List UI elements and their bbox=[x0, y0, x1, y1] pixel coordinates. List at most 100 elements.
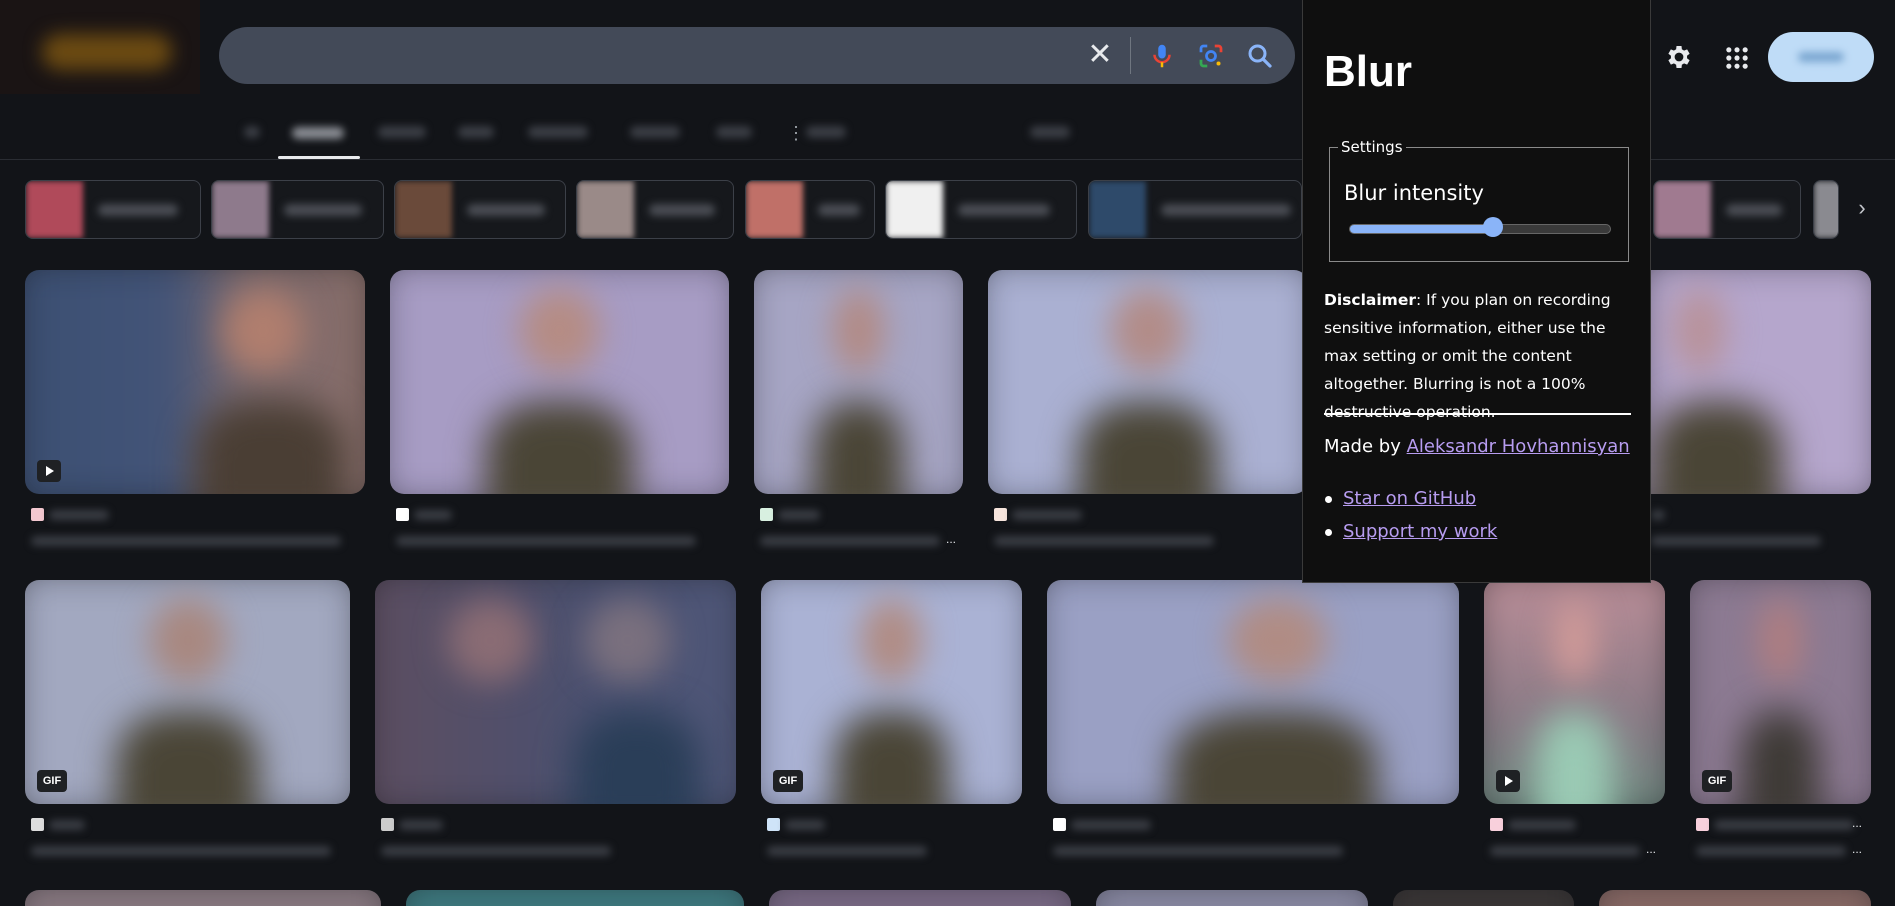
tab-item[interactable] bbox=[1030, 126, 1070, 138]
source-name bbox=[1651, 510, 1665, 520]
gif-badge: GIF bbox=[37, 770, 67, 792]
source-name bbox=[785, 820, 825, 830]
image-thumbnail[interactable] bbox=[25, 270, 365, 494]
filter-chip[interactable] bbox=[211, 180, 384, 239]
filter-chip[interactable] bbox=[394, 180, 566, 239]
blur-extension-popup: Blur Settings Blur intensity Disclaimer:… bbox=[1302, 0, 1651, 583]
search-bar[interactable]: ✕ bbox=[219, 27, 1295, 84]
more-vert-icon[interactable]: ⋮ bbox=[787, 122, 805, 144]
image-thumbnail[interactable]: GIF bbox=[25, 580, 350, 804]
site-favicon bbox=[1053, 818, 1066, 831]
source-name bbox=[778, 510, 820, 520]
source-name bbox=[414, 510, 452, 520]
blur-intensity-label: Blur intensity bbox=[1344, 181, 1484, 205]
gear-icon[interactable] bbox=[1664, 42, 1694, 72]
image-thumbnail[interactable] bbox=[1484, 580, 1665, 804]
tab-item[interactable] bbox=[630, 126, 680, 138]
apps-icon[interactable] bbox=[1723, 44, 1751, 72]
source-name bbox=[1508, 820, 1576, 830]
divider bbox=[1324, 413, 1631, 415]
filter-chip[interactable] bbox=[576, 180, 734, 239]
chevron-right-icon[interactable]: › bbox=[1850, 196, 1874, 220]
list-item: Support my work bbox=[1324, 515, 1497, 548]
image-thumbnail[interactable]: GIF bbox=[1690, 580, 1871, 804]
result-title[interactable] bbox=[381, 846, 611, 856]
result-title[interactable] bbox=[1490, 846, 1640, 856]
source-name bbox=[49, 820, 85, 830]
play-icon bbox=[1496, 770, 1520, 792]
site-favicon bbox=[767, 818, 780, 831]
title-ellipsis: ... bbox=[946, 532, 957, 546]
filter-chip[interactable] bbox=[1813, 180, 1839, 239]
tab-item[interactable] bbox=[378, 126, 426, 138]
search-divider bbox=[1130, 37, 1131, 74]
title-ellipsis: ... bbox=[1852, 816, 1863, 830]
made-by-prefix: Made by bbox=[1324, 436, 1407, 457]
result-title[interactable] bbox=[760, 536, 940, 546]
source-name bbox=[1071, 820, 1151, 830]
disclaimer: Disclaimer: If you plan on recording sen… bbox=[1324, 286, 1634, 426]
tab-item[interactable] bbox=[716, 126, 752, 138]
result-title[interactable] bbox=[396, 536, 696, 546]
play-icon bbox=[37, 460, 61, 482]
disclaimer-label: Disclaimer bbox=[1324, 291, 1416, 309]
image-thumbnail[interactable]: GIF bbox=[761, 580, 1022, 804]
filter-chip[interactable] bbox=[745, 180, 875, 239]
close-icon[interactable]: ✕ bbox=[1085, 40, 1115, 70]
result-title[interactable] bbox=[994, 536, 1214, 546]
result-title[interactable] bbox=[31, 536, 341, 546]
tab-tools[interactable] bbox=[806, 126, 846, 138]
list-item: Star on GitHub bbox=[1324, 482, 1497, 515]
title-ellipsis: ... bbox=[1852, 842, 1863, 856]
result-title[interactable] bbox=[1651, 536, 1821, 546]
support-link[interactable]: Support my work bbox=[1343, 521, 1497, 542]
links-list: Star on GitHub Support my work bbox=[1324, 482, 1497, 548]
sign-in-button[interactable] bbox=[1768, 32, 1874, 82]
site-favicon bbox=[994, 508, 1007, 521]
site-favicon bbox=[31, 508, 44, 521]
result-title[interactable] bbox=[767, 846, 927, 856]
filter-chip[interactable] bbox=[25, 180, 201, 239]
blur-intensity-slider[interactable] bbox=[1349, 224, 1611, 234]
popup-title: Blur bbox=[1324, 47, 1412, 96]
site-favicon bbox=[1696, 818, 1709, 831]
gif-badge: GIF bbox=[773, 770, 803, 792]
filter-chip[interactable] bbox=[1088, 180, 1302, 239]
settings-legend: Settings bbox=[1341, 138, 1403, 156]
google-logo[interactable] bbox=[0, 0, 200, 94]
image-thumbnail[interactable] bbox=[1651, 270, 1871, 494]
image-thumbnail[interactable] bbox=[375, 580, 736, 804]
filter-chip[interactable] bbox=[1653, 180, 1801, 239]
result-title[interactable] bbox=[31, 846, 331, 856]
lens-icon[interactable] bbox=[1196, 41, 1226, 71]
star-github-link[interactable]: Star on GitHub bbox=[1343, 488, 1476, 509]
tab-images[interactable] bbox=[292, 127, 344, 139]
microphone-icon[interactable] bbox=[1147, 41, 1177, 71]
search-icon[interactable] bbox=[1245, 41, 1275, 71]
site-favicon bbox=[396, 508, 409, 521]
image-thumbnail[interactable] bbox=[390, 270, 729, 494]
result-title[interactable] bbox=[1696, 846, 1846, 856]
image-thumbnail[interactable] bbox=[1047, 580, 1459, 804]
source-name bbox=[1012, 510, 1082, 520]
tab-item[interactable] bbox=[458, 126, 494, 138]
filter-chip[interactable] bbox=[885, 180, 1077, 239]
image-thumbnail[interactable] bbox=[754, 270, 963, 494]
made-by: Made by Aleksandr Hovhannisyan bbox=[1324, 436, 1630, 457]
source-name bbox=[1714, 820, 1854, 830]
disclaimer-text: : If you plan on recording sensitive inf… bbox=[1324, 291, 1611, 421]
gif-badge: GIF bbox=[1702, 770, 1732, 792]
result-title[interactable] bbox=[1053, 846, 1343, 856]
slider-thumb[interactable] bbox=[1483, 217, 1504, 237]
source-name bbox=[399, 820, 443, 830]
image-thumbnail[interactable] bbox=[988, 270, 1308, 494]
site-favicon bbox=[760, 508, 773, 521]
site-favicon bbox=[31, 818, 44, 831]
site-favicon bbox=[381, 818, 394, 831]
author-link[interactable]: Aleksandr Hovhannisyan bbox=[1407, 436, 1630, 457]
tab-all[interactable] bbox=[244, 126, 260, 138]
source-name bbox=[49, 510, 109, 520]
site-favicon bbox=[1490, 818, 1503, 831]
slider-fill bbox=[1350, 225, 1493, 233]
tab-item[interactable] bbox=[528, 126, 588, 138]
